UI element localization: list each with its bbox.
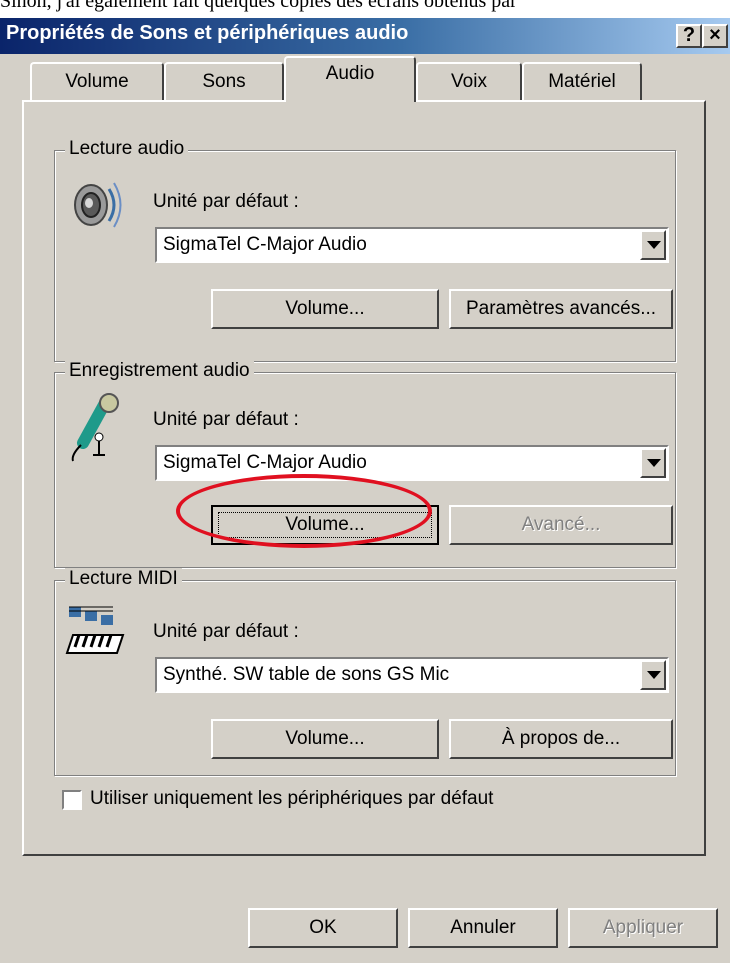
properties-dialog: Propriétés de Sons et périphériques audi… (0, 18, 730, 963)
chevron-down-icon[interactable] (640, 230, 666, 260)
midi-default-label: Unité par défaut : (153, 621, 299, 642)
audio-tab-panel: Lecture audio Unité par défaut : SigmaTe… (22, 100, 706, 856)
use-default-only-checkbox[interactable] (62, 790, 82, 810)
recording-group: Enregistrement audio Unité par défaut : … (54, 360, 676, 568)
midi-device-select[interactable]: Synthé. SW table de sons GS Mic (155, 657, 669, 693)
recording-default-label: Unité par défaut : (153, 409, 299, 430)
midi-group-title: Lecture MIDI (65, 568, 182, 590)
playback-group: Lecture audio Unité par défaut : SigmaTe… (54, 138, 676, 362)
keyboard-icon (65, 605, 127, 666)
recording-group-title: Enregistrement audio (65, 360, 254, 382)
playback-default-label: Unité par défaut : (153, 191, 299, 212)
microphone-icon (69, 393, 125, 468)
playback-device-value: SigmaTel C-Major Audio (163, 234, 367, 255)
use-default-only-label: Utiliser uniquement les périphériques pa… (90, 788, 494, 809)
midi-group: Lecture MIDI Unité par défaut : Synthé. … (54, 568, 676, 776)
playback-volume-button[interactable]: Volume... (211, 289, 439, 329)
tab-volume[interactable]: Volume (30, 62, 164, 102)
window-title: Propriétés de Sons et périphériques audi… (6, 22, 409, 44)
midi-device-value: Synthé. SW table de sons GS Mic (163, 664, 450, 685)
title-bar: Propriétés de Sons et périphériques audi… (0, 18, 730, 54)
recording-volume-button[interactable]: Volume... (211, 505, 439, 545)
page-caption: Sinon, j'ai également fait quelques copi… (0, 0, 517, 12)
playback-group-title: Lecture audio (65, 138, 189, 160)
playback-advanced-button[interactable]: Paramètres avancés... (449, 289, 673, 329)
midi-about-button[interactable]: À propos de... (449, 719, 673, 759)
recording-device-value: SigmaTel C-Major Audio (163, 452, 367, 473)
tab-sons[interactable]: Sons (164, 62, 284, 102)
ok-button[interactable]: OK (248, 908, 398, 948)
tab-voix[interactable]: Voix (416, 62, 522, 102)
playback-device-select[interactable]: SigmaTel C-Major Audio (155, 227, 669, 263)
tab-materiel[interactable]: Matériel (522, 62, 642, 102)
chevron-down-icon[interactable] (640, 660, 666, 690)
cancel-button[interactable]: Annuler (408, 908, 558, 948)
focus-ring (218, 512, 432, 538)
chevron-down-icon[interactable] (640, 448, 666, 478)
speaker-icon (67, 175, 123, 240)
help-button[interactable]: ? (676, 24, 702, 48)
apply-button[interactable]: Appliquer (568, 908, 718, 948)
recording-device-select[interactable]: SigmaTel C-Major Audio (155, 445, 669, 481)
recording-advanced-button[interactable]: Avancé... (449, 505, 673, 545)
close-button[interactable]: × (702, 24, 728, 48)
midi-volume-button[interactable]: Volume... (211, 719, 439, 759)
tab-audio[interactable]: Audio (284, 56, 416, 102)
